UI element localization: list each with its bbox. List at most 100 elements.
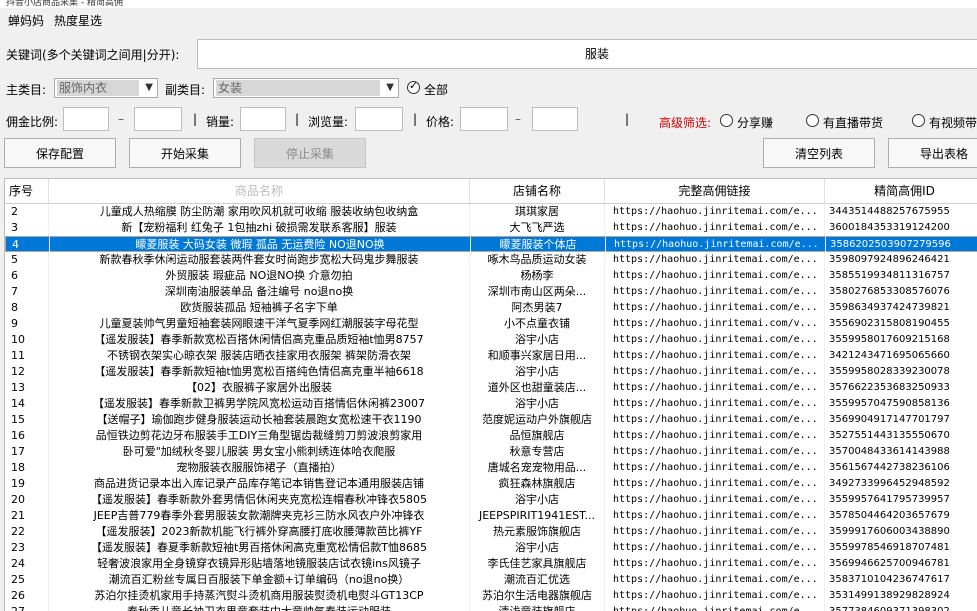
header-full-link[interactable]: 完整高佣链接 bbox=[605, 179, 825, 203]
keyword-input[interactable]: 服装 bbox=[197, 39, 977, 69]
table-row[interactable]: 16 品恒铁边剪花边牙布服装手工DIY三角型锯齿裁缝剪刀剪波浪剪家用 品恒旗舰店 ht… bbox=[5, 428, 977, 444]
cell-product-name: 新【宠粉福利 红兔子 1包抽zhi 破损需发联系客服】服装 bbox=[49, 220, 470, 236]
table-row[interactable]: 26 苏泊尔挂烫机家用手持蒸汽熨斗烫机商用服装熨烫机电熨斗GT13CP 苏泊尔生活电… bbox=[5, 588, 977, 604]
table-row[interactable]: 9 儿童夏装帅气男童短袖套装网眼速干洋气夏季网红潮服装字母花型 小不点童衣铺 http… bbox=[5, 316, 977, 332]
cell-short-id: 3569946625700946781 bbox=[825, 556, 977, 572]
views-input[interactable] bbox=[355, 107, 403, 131]
window-title: 抖音小店商品采集 - 精简高佣 bbox=[6, 0, 123, 8]
share-label: 分享赚 bbox=[737, 116, 774, 130]
header-short-id[interactable]: 精简高佣ID bbox=[825, 179, 977, 203]
table-row[interactable]: 6 外贸服装 瑕疵品 NO退NO换 介意勿拍 杨杨李 https://haohuo.j… bbox=[5, 268, 977, 284]
table-row[interactable]: 5 新款春秋季休闲运动服套装两件套女时尚跑步宽松大码鬼步舞服装 啄木鸟品质运动女装 h… bbox=[5, 252, 977, 268]
save-config-button[interactable]: 保存配置 bbox=[4, 138, 116, 168]
cell-short-id: 3559978546918707481 bbox=[825, 540, 977, 556]
cell-short-id: 3598634937424739821 bbox=[825, 300, 977, 316]
table-row[interactable]: 2 儿童成人热缩膜 防尘防潮 家用吹风机就可收缩 服装收纳包收纳盒 琪琪家居 http… bbox=[5, 204, 977, 220]
cell-index: 13 bbox=[5, 380, 49, 396]
cell-product-name: 【遥发服装】春季新款短袖t恤男宽松百搭纯色情侣高克重半袖6618 bbox=[49, 364, 470, 380]
cell-shop-name: 品恒旗舰店 bbox=[470, 428, 605, 444]
table-row[interactable]: 25 潮流百汇粉丝专属日百服装下单金额+订单编码（no退no换） 潮流百汇优选 htt… bbox=[5, 572, 977, 588]
cell-shop-name: 范度妮运动户外旗舰店 bbox=[470, 412, 605, 428]
cell-index: 12 bbox=[5, 364, 49, 380]
cell-full-link: https://haohuo.jinritemai.com/e... bbox=[605, 572, 825, 588]
cell-full-link: https://haohuo.jinritemai.com/e... bbox=[605, 396, 825, 412]
table-row[interactable]: 4 矇菱服装 大码女装 微瑕 孤品 无运费险 NO退NO换 矇菱服装个体店 https… bbox=[5, 236, 977, 253]
start-collect-button[interactable]: 开始采集 bbox=[129, 138, 241, 168]
table-row[interactable]: 20 【遥发服装】春季新款外套男情侣休闲夹克宽松连帽春秋冲锋衣5805 浴宇小店 ht… bbox=[5, 492, 977, 508]
cell-index: 11 bbox=[5, 348, 49, 364]
all-checkbox[interactable]: ✓ bbox=[407, 79, 420, 94]
stop-collect-button[interactable]: 停止采集 bbox=[254, 138, 366, 168]
sub-category-select[interactable]: 女装 ▼ bbox=[213, 78, 399, 98]
cell-product-name: 轻奢波浪家用全身镜穿衣镜异形贴墙落地镜服装店试衣镜ins风镜子 bbox=[49, 556, 470, 572]
results-table[interactable]: 序号 商品名称 店铺名称 完整高佣链接 精简高佣ID 2 儿童成人热缩膜 防尘防潮… bbox=[4, 178, 977, 611]
cell-index: 24 bbox=[5, 556, 49, 572]
live-radio[interactable] bbox=[806, 114, 819, 127]
price-min-input[interactable] bbox=[460, 107, 508, 131]
table-row[interactable]: 17 卧可爱"加绒秋冬婴儿服装 男女宝小熊刺绣连体哈衣爬服 秋意专营店 https:/… bbox=[5, 444, 977, 460]
cell-short-id: 3586202503907279596 bbox=[826, 237, 977, 253]
cell-full-link: https://haohuo.jinritemai.com/e... bbox=[605, 524, 825, 540]
header-shop-name[interactable]: 店铺名称 bbox=[470, 179, 605, 203]
table-row[interactable]: 18 宠物服装衣服服饰裙子（直播拍） 唐城名宠宠物用品... https://haoh… bbox=[5, 460, 977, 476]
clear-list-button[interactable]: 清空列表 bbox=[763, 138, 875, 168]
cell-product-name: 不锈钢衣架实心晾衣架 服装店晒衣挂家用衣服架 裤架防滑衣架 bbox=[49, 348, 470, 364]
cell-shop-name: 杨杨李 bbox=[470, 268, 605, 284]
cell-full-link: https://haohuo.jinritemai.com/e... bbox=[605, 332, 825, 348]
commission-min-input[interactable] bbox=[63, 107, 109, 131]
cell-shop-name: 秋意专营店 bbox=[470, 444, 605, 460]
chevron-down-icon: ▼ bbox=[145, 82, 153, 93]
main-category-select[interactable]: 服饰内衣 ▼ bbox=[54, 78, 158, 98]
cell-index: 2 bbox=[5, 204, 49, 220]
cell-short-id: 3559957641795739957 bbox=[825, 492, 977, 508]
tab-chanmama[interactable]: 蝉妈妈 bbox=[4, 12, 49, 30]
table-row[interactable]: 11 不锈钢衣架实心晾衣架 服装店晒衣挂家用衣服架 裤架防滑衣架 和顺事兴家居日用.… bbox=[5, 348, 977, 364]
price-max-input[interactable] bbox=[532, 107, 578, 131]
commission-max-input[interactable] bbox=[134, 107, 182, 131]
table-row[interactable]: 22 【遥发服装】2023新款机能飞行裤外穿高腰打底收腰薄款芭比裤YF 热元素服饰旗… bbox=[5, 524, 977, 540]
cell-index: 20 bbox=[5, 492, 49, 508]
cell-index: 14 bbox=[5, 396, 49, 412]
cell-product-name: 矇菱服装 大码女装 微瑕 孤品 无运费险 NO退NO换 bbox=[50, 237, 471, 253]
all-label: 全部 bbox=[424, 83, 449, 97]
header-product-name[interactable]: 商品名称 bbox=[49, 179, 470, 203]
cell-product-name: 【遥发服装】2023新款机能飞行裤外穿高腰打底收腰薄款芭比裤YF bbox=[49, 524, 470, 540]
sales-input[interactable] bbox=[240, 107, 286, 131]
cell-shop-name: 苏泊尔生活电器旗舰店 bbox=[470, 588, 605, 604]
cell-short-id: 3569904917147701797 bbox=[825, 412, 977, 428]
table-row[interactable]: 21 JEEP吉普779春季外套男服装女款潮牌夹克衫三防水风衣户外冲锋衣 JEEPS… bbox=[5, 508, 977, 524]
share-radio[interactable] bbox=[720, 114, 733, 127]
cell-short-id: 3559958017609215168 bbox=[825, 332, 977, 348]
header-index[interactable]: 序号 bbox=[5, 179, 49, 203]
table-row[interactable]: 10 【遥发服装】春季新款宽松百搭休闲情侣高克重品质短袖t恤男8757 浴宇小店 ht… bbox=[5, 332, 977, 348]
cell-shop-name: 唐城名宠宠物用品... bbox=[470, 460, 605, 476]
cell-index: 22 bbox=[5, 524, 49, 540]
table-row[interactable]: 8 欧货服装孤品 短袖裤子名字下单 阿杰男装7 https://haohuo.jinr… bbox=[5, 300, 977, 316]
tab-redu-xingxuan[interactable]: 热度星选 bbox=[50, 12, 106, 30]
table-row[interactable]: 19 商品进货记录本出入库记录产品库存笔记本销售登记本通用服装店铺 疯狂森林旗舰店 h… bbox=[5, 476, 977, 492]
cell-index: 8 bbox=[5, 300, 49, 316]
table-row[interactable]: 7 深圳南油服装单品 备注编号 no退no换 深圳市南山区两朵... https://… bbox=[5, 284, 977, 300]
video-radio[interactable] bbox=[912, 114, 925, 127]
cell-short-id: 3556902315808190455 bbox=[825, 316, 977, 332]
cell-index: 5 bbox=[5, 252, 49, 268]
commission-label: 佣金比例: bbox=[6, 115, 59, 129]
sub-category-value: 女装 bbox=[216, 80, 380, 96]
cell-short-id: 3421243471695065660 bbox=[825, 348, 977, 364]
cell-shop-name: 大飞飞严选 bbox=[470, 220, 605, 236]
table-row[interactable]: 14 【遥发服装】春季新款卫裤男学院风宽松运动百搭情侣休闲裤23007 浴宇小店 ht… bbox=[5, 396, 977, 412]
cell-short-id: 3599917606003438890 bbox=[825, 524, 977, 540]
table-row[interactable]: 13 【02】衣服裤子家居外出服装 道外区也甜童装店... https://haohu… bbox=[5, 380, 977, 396]
table-row[interactable]: 23 【遥发服装】春夏季新款短袖t男百搭休闲高克重宽松情侣款T恤8685 浴宇小店 h… bbox=[5, 540, 977, 556]
table-row[interactable]: 24 轻奢波浪家用全身镜穿衣镜异形贴墙落地镜服装店试衣镜ins风镜子 李氏佳艺家具旗… bbox=[5, 556, 977, 572]
window-titlebar: 抖音小店商品采集 - 精简高佣 bbox=[0, 0, 977, 8]
advanced-filter-label: 高级筛选: bbox=[659, 116, 712, 130]
export-table-button[interactable]: 导出表格 bbox=[888, 138, 977, 168]
cell-product-name: 新款春秋季休闲运动服套装两件套女时尚跑步宽松大码鬼步舞服装 bbox=[49, 252, 470, 268]
cell-shop-name: 浴宇小店 bbox=[470, 540, 605, 556]
table-row[interactable]: 15 【送帽子】瑜伽跑步健身服装运动长袖套装晨跑女宽松速干衣1190 范度妮运动户外… bbox=[5, 412, 977, 428]
cell-shop-name: 潮流百汇优选 bbox=[470, 572, 605, 588]
table-row[interactable]: 3 新【宠粉福利 红兔子 1包抽zhi 破损需发联系客服】服装 大飞飞严选 https… bbox=[5, 220, 977, 236]
table-row[interactable]: 12 【遥发服装】春季新款短袖t恤男宽松百搭纯色情侣高克重半袖6618 浴宇小店 ht… bbox=[5, 364, 977, 380]
sales-label: 销量: bbox=[206, 115, 235, 129]
